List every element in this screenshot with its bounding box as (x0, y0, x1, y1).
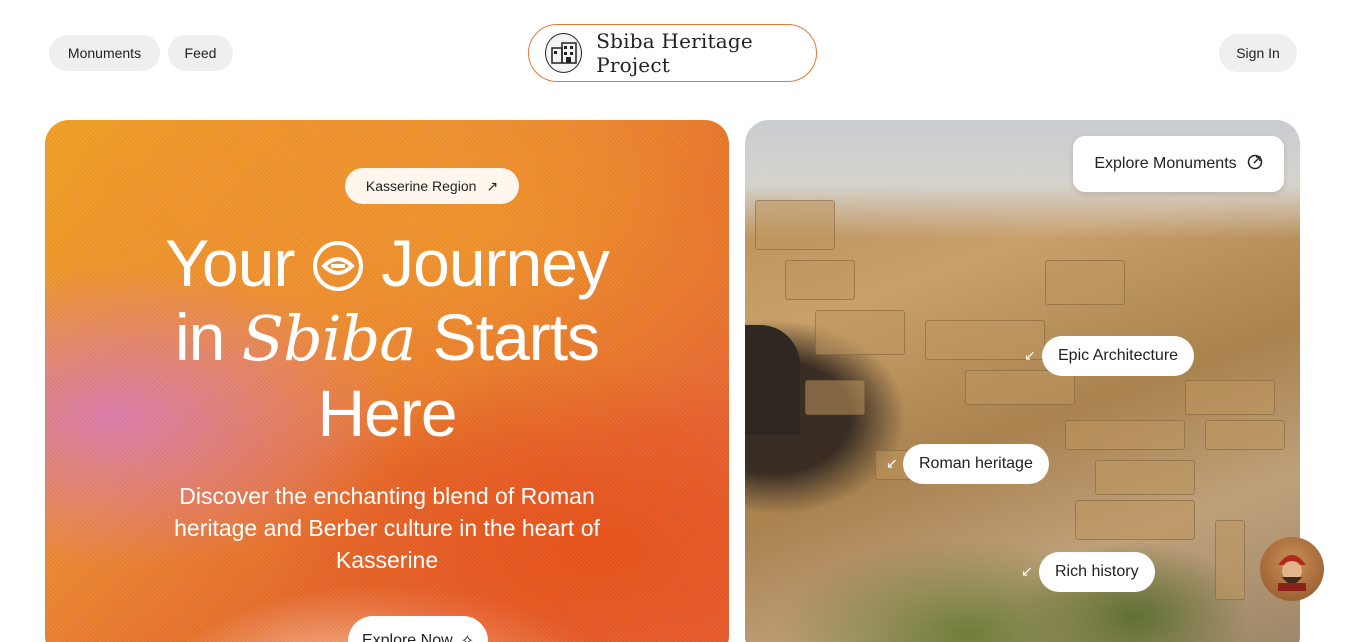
external-link-icon (1247, 154, 1263, 175)
explore-now-button[interactable]: Explore Now ✧ (348, 616, 488, 642)
region-tag-link[interactable]: Kasserine Region ↗ (345, 168, 519, 204)
headline-word: Starts (432, 300, 600, 374)
ruin-archway (745, 325, 800, 435)
headline-word: Here (317, 376, 457, 450)
brand-name: Sbiba Heritage Project (596, 29, 753, 77)
region-tag-label: Kasserine Region (365, 178, 477, 194)
arrow-down-left-icon: ↙ (1024, 347, 1036, 363)
headline-word: Your (165, 226, 295, 300)
eye-icon (312, 232, 364, 291)
avatar[interactable] (1260, 537, 1324, 601)
feature-tag-rich-history[interactable]: Rich history (1039, 552, 1155, 592)
top-navigation: Monuments Feed Sbiba Heritage Project Si… (0, 0, 1346, 100)
nav-monuments-link[interactable]: Monuments (49, 35, 160, 71)
headline-word: Journey (381, 226, 610, 300)
feature-tag-label: Epic Architecture (1058, 347, 1179, 364)
arrow-up-right-icon: ↗ (486, 177, 499, 194)
arrow-down-left-icon: ↙ (1021, 563, 1033, 579)
explore-monuments-button[interactable]: Explore Monuments (1073, 136, 1284, 192)
nav-feed-link[interactable]: Feed (168, 35, 233, 71)
headline-word-italic: Sbiba (241, 302, 417, 375)
feature-tag-label: Roman heritage (919, 455, 1033, 472)
brand-logo-button[interactable]: Sbiba Heritage Project (528, 24, 817, 82)
sparkle-icon: ✧ (460, 633, 475, 642)
sign-in-button[interactable]: Sign In (1219, 34, 1297, 72)
explore-monuments-label: Explore Monuments (1094, 155, 1237, 172)
feature-tag-roman-heritage[interactable]: Roman heritage (903, 444, 1049, 484)
hero-headline: Your Journey in Sbiba Starts Here (45, 226, 729, 450)
feature-tag-epic-architecture[interactable]: Epic Architecture (1042, 336, 1195, 376)
feature-tag-label: Rich history (1055, 563, 1139, 580)
hero-card: Kasserine Region ↗ Your Journey in Sbiba… (45, 120, 729, 642)
arrow-down-left-icon: ↙ (886, 455, 898, 471)
hero-subtitle: Discover the enchanting blend of Roman h… (174, 483, 600, 573)
headline-word: in (174, 300, 225, 374)
explore-now-label: Explore Now (361, 632, 453, 642)
building-icon (545, 33, 583, 73)
